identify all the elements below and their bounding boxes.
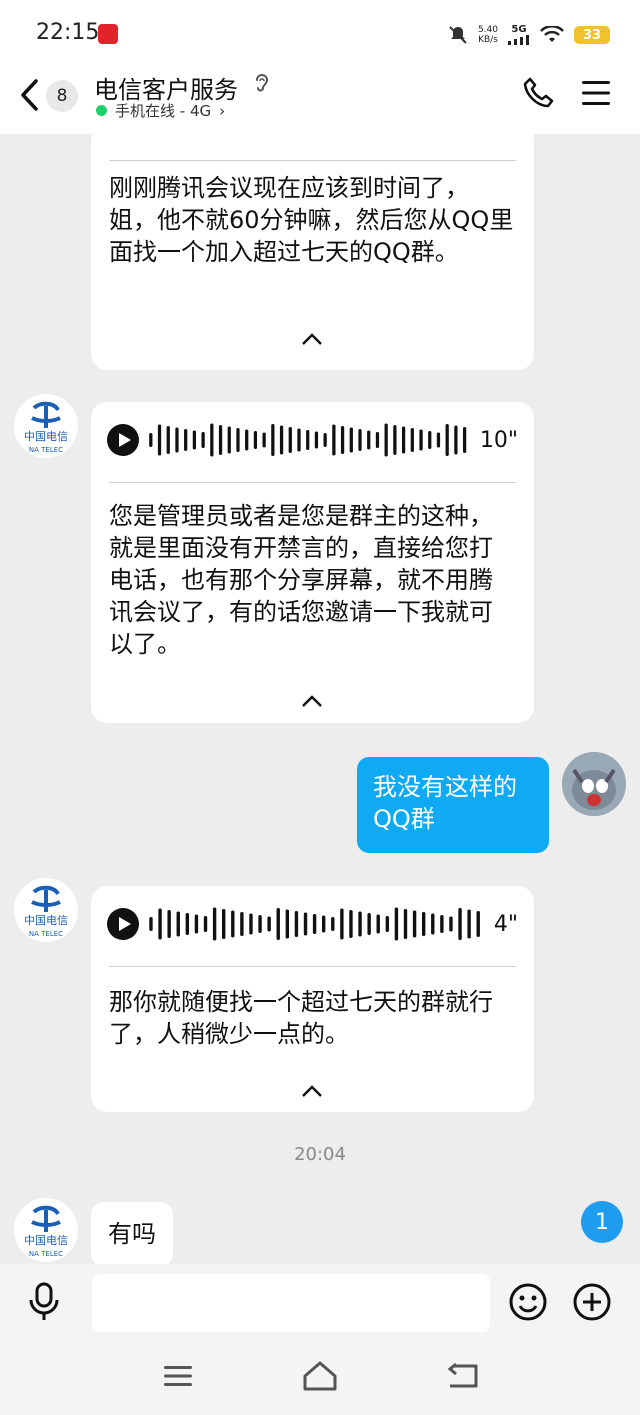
chevron-right-icon: ›: [219, 101, 226, 120]
emoji-icon[interactable]: [508, 1282, 548, 1322]
new-message-badge[interactable]: 1: [581, 1201, 623, 1243]
collapse-chevron-icon[interactable]: [301, 1084, 323, 1098]
china-telecom-logo-icon: 中国电信 NA TELEC: [24, 1205, 68, 1258]
message-input[interactable]: [92, 1274, 490, 1332]
collapse-chevron-icon[interactable]: [301, 694, 323, 708]
cartoon-cat-avatar-icon: [562, 752, 626, 816]
outgoing-message[interactable]: 我没有这样的QQ群: [357, 757, 549, 853]
online-status[interactable]: 手机在线 - 4G ›: [96, 100, 225, 121]
china-telecom-logo-icon: 中国电信 NA TELEC: [24, 885, 68, 938]
avatar[interactable]: 中国电信 NA TELEC: [14, 878, 78, 942]
voice-duration: 10": [479, 427, 518, 453]
recent-apps-icon[interactable]: [164, 1364, 192, 1388]
signal-bars-icon: [508, 35, 529, 45]
status-bar: 22:15 5.40 KB/s 5G 33: [0, 0, 640, 70]
app-notification-icon: [98, 24, 118, 44]
chat-header: 8 电信客户服务 手机在线 - 4G ›: [0, 70, 640, 134]
wifi-icon: [540, 26, 564, 42]
add-more-icon[interactable]: [572, 1282, 612, 1322]
system-back-icon[interactable]: [446, 1362, 478, 1390]
china-telecom-logo-icon: 中国电信 NA TELEC: [24, 401, 68, 454]
unread-count-badge[interactable]: 8: [46, 80, 78, 112]
input-bar: [0, 1264, 640, 1340]
svg-text:NA TELEC: NA TELEC: [29, 1250, 63, 1258]
clock: 22:15: [36, 20, 100, 45]
voice-message-card[interactable]: 10" 您是管理员或者是您是群主的这种，就是里面没有开禁言的，直接给您打电话，也…: [91, 402, 534, 723]
waveform-icon: [149, 907, 480, 941]
home-icon[interactable]: [302, 1360, 338, 1392]
online-dot-icon: [96, 105, 107, 116]
battery-indicator: 33: [574, 26, 610, 44]
play-icon[interactable]: [107, 424, 139, 456]
message-timestamp: 20:04: [294, 1144, 346, 1165]
svg-text:中国电信: 中国电信: [24, 1234, 68, 1247]
incoming-message[interactable]: 有吗: [91, 1202, 173, 1264]
voice-player[interactable]: 4": [107, 904, 518, 944]
voice-transcript-card[interactable]: 刚刚腾讯会议现在应该到时间了，姐，他不就60分钟嘛，然后您从QQ里面找一个加入超…: [91, 134, 534, 370]
collapse-chevron-icon[interactable]: [301, 332, 323, 346]
microphone-icon[interactable]: [26, 1282, 62, 1322]
phone-call-icon[interactable]: [522, 76, 556, 110]
menu-icon[interactable]: [582, 80, 610, 106]
transcript-text: 您是管理员或者是您是群主的这种，就是里面没有开禁言的，直接给您打电话，也有那个分…: [109, 502, 493, 658]
ear-icon[interactable]: [254, 72, 270, 94]
svg-text:NA TELEC: NA TELEC: [29, 930, 63, 938]
avatar[interactable]: 中国电信 NA TELEC: [14, 1198, 78, 1262]
message-list[interactable]: 刚刚腾讯会议现在应该到时间了，姐，他不就60分钟嘛，然后您从QQ里面找一个加入超…: [0, 134, 640, 1264]
waveform-icon: [149, 423, 467, 457]
status-icons: 5.40 KB/s 5G 33: [448, 22, 610, 48]
avatar[interactable]: 中国电信 NA TELEC: [14, 394, 78, 458]
voice-duration: 4": [493, 911, 518, 937]
my-avatar[interactable]: [562, 752, 626, 816]
system-nav-bar: [0, 1340, 640, 1415]
voice-message-card[interactable]: 4" 那你就随便找一个超过七天的群就行了，人稍微少一点的。: [91, 886, 534, 1112]
signal: 5G: [508, 25, 530, 45]
voice-player[interactable]: 10": [107, 420, 518, 460]
net-speed: 5.40 KB/s: [477, 25, 498, 45]
mute-bell-icon: [449, 26, 467, 44]
svg-text:中国电信: 中国电信: [24, 430, 68, 443]
play-icon[interactable]: [107, 908, 139, 940]
svg-text:NA TELEC: NA TELEC: [29, 446, 63, 454]
back-arrow-icon[interactable]: [18, 78, 42, 112]
transcript-text: 刚刚腾讯会议现在应该到时间了，姐，他不就60分钟嘛，然后您从QQ里面找一个加入超…: [109, 174, 514, 266]
svg-text:中国电信: 中国电信: [24, 914, 68, 927]
transcript-text: 那你就随便找一个超过七天的群就行了，人稍微少一点的。: [109, 988, 493, 1048]
